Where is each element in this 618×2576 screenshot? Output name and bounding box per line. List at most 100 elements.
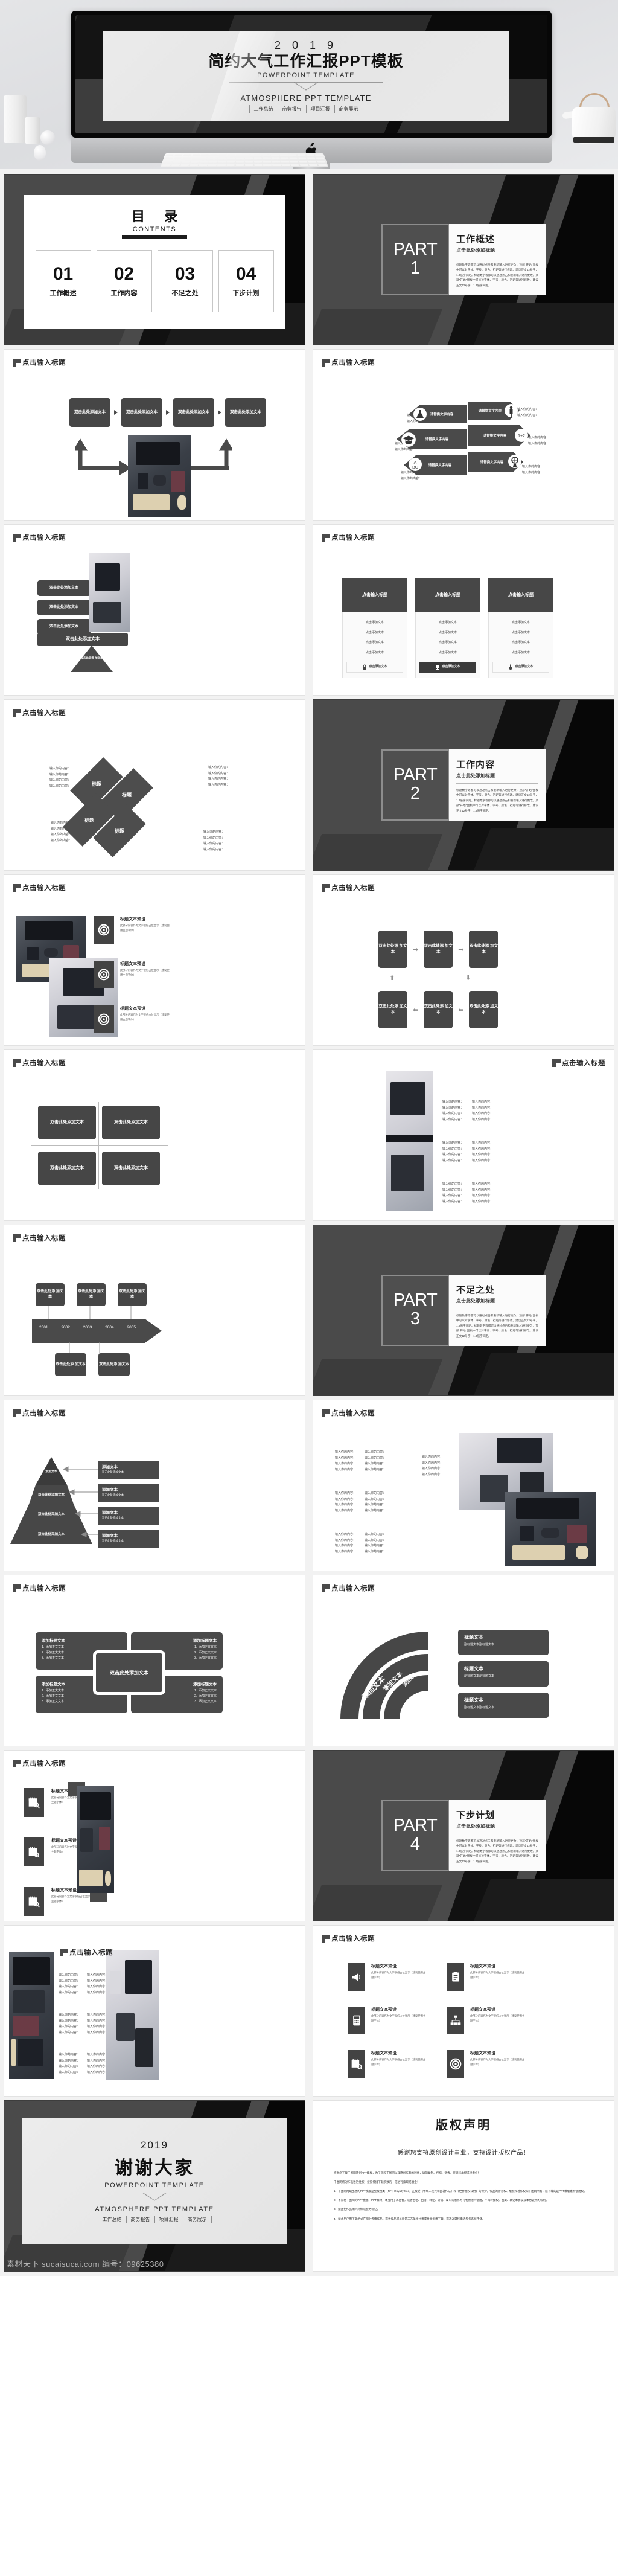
target-row[interactable]: 标题文本预设 此部分内容作为文字很低占位显示（建议使用主题字体） bbox=[94, 916, 171, 944]
graduation-cap-icon bbox=[401, 432, 416, 447]
snake-step[interactable]: 双击此处添 加文本 bbox=[469, 991, 499, 1028]
title-tag: 商务报告 bbox=[277, 104, 306, 113]
toc-item-03[interactable]: 03 不足之处 bbox=[157, 250, 213, 312]
stack-item[interactable]: 双击此处添加文本 bbox=[37, 580, 91, 596]
slide-three-columns[interactable]: 点击输入标题 点击输入标题 点击添加文本 点击添加文本 点击添加文本 点击添加文… bbox=[313, 524, 614, 696]
slide-copyright[interactable]: 版权声明 感谢您支持原创设计事业，支持设计版权产品！ 感谢您下载千图网原创PPT… bbox=[313, 2100, 614, 2272]
slide-part-2[interactable]: PART 2 工作内容 点击此处添加标题 标题数字等都可以通过点击和重新输入进行… bbox=[313, 699, 614, 871]
flow-step[interactable]: 双击此处添加文本 bbox=[69, 398, 110, 427]
note-line: 输入你的内容： bbox=[335, 1491, 357, 1495]
stack-item[interactable]: 双击此处添加文本 bbox=[37, 600, 91, 615]
column-list: 点击输入标题 点击添加文本 点击添加文本 点击添加文本 点击添加文本 点击添加文… bbox=[342, 578, 553, 678]
title-tag: 工作总结 bbox=[249, 104, 278, 113]
quadrant-cell[interactable]: 双击此处添加文本 bbox=[38, 1106, 96, 1139]
slide-pyramid[interactable]: 点击输入标题 添加文本 双击此处添加文本 双击此处添加文本 双击此处添加文本 添… bbox=[4, 1400, 305, 1571]
toc-item-04[interactable]: 04 下步计划 bbox=[218, 250, 274, 312]
flag-icon bbox=[13, 1409, 21, 1417]
icon-cell[interactable]: 标题文本预设 此部分内容作为文字很低占位显示（建议使用主题字体） bbox=[447, 1963, 526, 1991]
part-divider-block: PART 3 不足之处 点击此处添加标题 标题数字等都可以通过点击和重新输入进行… bbox=[381, 1275, 546, 1346]
icon-cell[interactable]: 标题文本预设 此部分内容作为文字很低占位显示（建议使用主题字体） bbox=[348, 2007, 427, 2034]
column-row: 点击添加文本 bbox=[511, 641, 530, 644]
slide-part-1[interactable]: PART 1 工作概述 点击此处添加标题 标题数字等都可以通过点击和重新输入进行… bbox=[313, 174, 614, 345]
slide-arc-fan[interactable]: 点击输入标题 添加文本 添加文本 添加文本 标题文本 副标题文本副标题文本 标题… bbox=[313, 1575, 614, 1746]
timeline-card[interactable]: 双击此处添 加文本 bbox=[55, 1353, 86, 1376]
column-cta[interactable]: 点击添加文本 bbox=[369, 664, 387, 670]
slide-timeline[interactable]: 点击输入标题 双击此处添 加文本 双击此处添 加文本 双击此处添 加文本 200… bbox=[4, 1225, 305, 1396]
timeline-card[interactable]: 双击此处添 加文本 bbox=[98, 1353, 130, 1376]
quadrant-cell[interactable]: 双击此处添加文本 bbox=[102, 1152, 160, 1185]
arc-label-card[interactable]: 标题文本 副标题文本副标题文本 bbox=[458, 1661, 549, 1687]
arc-fan-icon[interactable]: 添加文本 添加文本 添加文本 bbox=[337, 1629, 458, 1719]
icon-cell[interactable]: 标题文本预设 此部分内容作为文字很低占位显示（建议使用主题字体） bbox=[447, 2007, 526, 2034]
icon-title: 标题文本预设 bbox=[371, 2051, 397, 2055]
hub-center-card[interactable]: 双击此处添加文本 bbox=[93, 1650, 165, 1695]
snake-step[interactable]: 双击此处添 加文本 bbox=[378, 991, 407, 1028]
pyramid-label-card[interactable]: 添加文本 双击此处添加文本 bbox=[98, 1461, 159, 1479]
calendar-search-icon bbox=[351, 2059, 363, 2070]
timeline-card[interactable]: 双击此处添 加文本 bbox=[36, 1283, 65, 1306]
pyramid-label-card[interactable]: 添加文本 双击此处添加文本 bbox=[98, 1530, 159, 1548]
note-line: 输入你的内容： bbox=[472, 1199, 494, 1203]
note-line: 输入你的内容： bbox=[49, 778, 71, 782]
part-number-box: PART 1 bbox=[381, 224, 449, 295]
part-divider-block: PART 2 工作内容 点击此处添加标题 标题数字等都可以通过点击和重新输入进行… bbox=[381, 749, 546, 821]
slide-header: 点击输入标题 bbox=[13, 1583, 66, 1593]
toc-item-02[interactable]: 02 工作内容 bbox=[96, 250, 152, 312]
desk-photo bbox=[106, 1950, 159, 2080]
icon-body: 此部分内容作为文字很低占位显示（建议使用主题字体） bbox=[371, 1971, 426, 1979]
balance-bar[interactable]: 双击此处添加文本 bbox=[37, 633, 128, 646]
slide-part-4[interactable]: PART 4 下步计划 点击此处添加标题 标题数字等都可以通过点击和重新输入进行… bbox=[313, 1750, 614, 1921]
timeline-card[interactable]: 双击此处添 加文本 bbox=[118, 1283, 147, 1306]
timeline-card[interactable]: 双击此处添 加文本 bbox=[77, 1283, 106, 1306]
icon-cell[interactable]: 标题文本预设 此部分内容作为文字很低占位显示（建议使用主题字体） bbox=[348, 2050, 427, 2078]
stack-item[interactable]: 双击此处添加文本 bbox=[37, 619, 91, 635]
slide-arrow-diagram[interactable]: 点击输入标题 输入你的内容： 输入你的内容： 输入你的内容： 输入你的内容： 输… bbox=[313, 349, 614, 521]
note-line: 输入你的内容： bbox=[442, 1147, 464, 1151]
title-slide: 2 0 1 9 简约大气工作汇报PPT模板 POWERPOINT TEMPLAT… bbox=[103, 31, 509, 121]
slide-target-list[interactable]: 点击输入标题 标题文本预设 此部分内容作为文字很低占位显示（建议使用主题字体） bbox=[4, 874, 305, 1046]
slide-photo-notes-right[interactable]: 点击输入标题 输入你的内容： 输入你的内容： 输入你的内容： 输入你的内容： 输… bbox=[313, 1049, 614, 1221]
quadrant-cell[interactable]: 双击此处添加文本 bbox=[102, 1106, 160, 1139]
flow-step[interactable]: 双击此处添加文本 bbox=[121, 398, 162, 427]
flag-icon bbox=[322, 884, 330, 892]
quadrant-cell[interactable]: 双击此处添加文本 bbox=[38, 1152, 96, 1185]
slide-quadrant[interactable]: 点击输入标题 双击此处添加文本 双击此处添加文本 双击此处添加文本 双击此处添加… bbox=[4, 1049, 305, 1221]
column-cta[interactable]: 点击添加文本 bbox=[442, 664, 460, 670]
slide-diamonds[interactable]: 点击输入标题 输入你的内容： 输入你的内容： 输入你的内容： 输入你的内容： 输… bbox=[4, 699, 305, 871]
snake-step[interactable]: 双击此处添 加文本 bbox=[424, 931, 453, 968]
column-card[interactable]: 点击输入标题 点击添加文本 点击添加文本 点击添加文本 点击添加文本 点击添加文… bbox=[342, 578, 407, 678]
flow-step[interactable]: 双击此处添加文本 bbox=[173, 398, 214, 427]
slide-notes-photos[interactable]: 点击输入标题 输入你的内容： 输入你的内容： 输入你的内容： 输入你的内容： 输… bbox=[313, 1400, 614, 1571]
slide-thank-you[interactable]: 2019 谢谢大家 POWERPOINT TEMPLATE ATMOSPHERE… bbox=[4, 2100, 305, 2272]
slide-snake-flow[interactable]: 点击输入标题 双击此处添 加文本 ➡ 双击此处添 加文本 ➡ 双击此处添 加文本… bbox=[313, 874, 614, 1046]
icon-cell[interactable]: 标题文本预设 此部分内容作为文字很低占位显示（建议使用主题字体） bbox=[348, 1963, 427, 1991]
target-row[interactable]: 标题文本预设 此部分内容作为文字很低占位显示（建议使用主题字体） bbox=[94, 961, 171, 988]
arrow-label: 请替换文字内容 bbox=[478, 409, 502, 413]
slide-title: 点击输入标题 bbox=[69, 1949, 113, 1956]
slide-part-3[interactable]: PART 3 不足之处 点击此处添加标题 标题数字等都可以通过点击和重新输入进行… bbox=[313, 1225, 614, 1396]
flag-icon bbox=[322, 1409, 330, 1417]
slide-header: 点击输入标题 bbox=[13, 1408, 66, 1418]
snake-step[interactable]: 双击此处添 加文本 bbox=[469, 931, 499, 968]
pyramid-label-card[interactable]: 添加文本 双击此处添加文本 bbox=[98, 1484, 159, 1502]
slide-two-photos-notes[interactable]: 点击输入标题 输入你的内容： 输入你的内容： 输入你的内容： 输入你的内容： 输… bbox=[4, 1925, 305, 2097]
slide-balance-diagram[interactable]: 点击输入标题 双击此处添加文本 双击此处添加文本 双击此处添加文本 双击此处添加… bbox=[4, 524, 305, 696]
column-cta[interactable]: 点击添加文本 bbox=[515, 664, 533, 670]
column-card[interactable]: 点击输入标题 点击添加文本 点击添加文本 点击添加文本 点击添加文本 点击添加文… bbox=[415, 578, 480, 678]
slide-calendar-list[interactable]: 点击输入标题 标题文本预设 此部分内容作为文字很低占位显示（建议使用主题字体） … bbox=[4, 1750, 305, 1921]
slide-cross-hub[interactable]: 点击输入标题 添加标题文本 1. 添加正文文本 2. 添加正文文本 3. 添加正… bbox=[4, 1575, 305, 1746]
note-line: 输入你的内容： bbox=[442, 1117, 464, 1121]
slide-process-flow[interactable]: 点击输入标题 双击此处添加文本 双击此处添加文本 双击此处添加文本 双击此处添加… bbox=[4, 349, 305, 521]
snake-step[interactable]: 双击此处添 加文本 bbox=[378, 931, 407, 968]
arc-label-card[interactable]: 标题文本 副标题文本副标题文本 bbox=[458, 1630, 549, 1655]
toc-item-01[interactable]: 01 工作概述 bbox=[35, 250, 91, 312]
icon-cell[interactable]: 标题文本预设 此部分内容作为文字很低占位显示（建议使用主题字体） bbox=[447, 2050, 526, 2078]
column-card[interactable]: 点击输入标题 点击添加文本 点击添加文本 点击添加文本 点击添加文本 点击添加文… bbox=[488, 578, 553, 678]
target-row[interactable]: 标题文本预设 此部分内容作为文字很低占位显示（建议使用主题字体） bbox=[94, 1005, 171, 1033]
pyramid-label-card[interactable]: 添加文本 双击此处添加文本 bbox=[98, 1507, 159, 1525]
flow-step[interactable]: 双击此处添加文本 bbox=[225, 398, 266, 427]
slide-six-icons[interactable]: 点击输入标题 标题文本预设 此部分内容作为文字很低占位显示（建议使用主题字体） … bbox=[313, 1925, 614, 2097]
arc-label-card[interactable]: 标题文本 副标题文本副标题文本 bbox=[458, 1693, 549, 1718]
snake-step[interactable]: 双击此处添 加文本 bbox=[424, 991, 453, 1028]
slide-toc[interactable]: 目 录 CONTENTS 01 工作概述 02 工作内容 03 不足之处 04 bbox=[4, 174, 305, 345]
